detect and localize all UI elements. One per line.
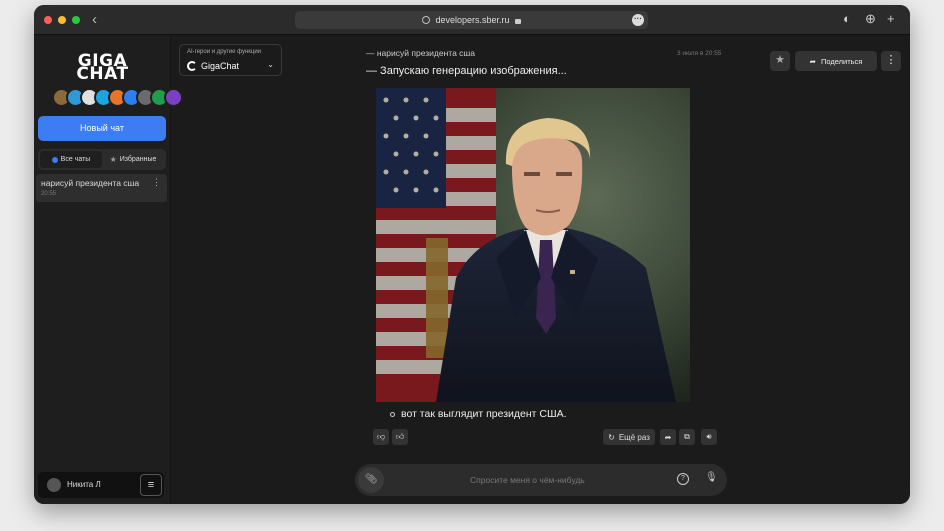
share-icon: ➦: [809, 56, 816, 66]
star-icon: ★: [775, 54, 785, 66]
help-icon[interactable]: ?: [677, 473, 689, 485]
bot-caption: вот так выглядит президент США.: [390, 408, 567, 420]
browser-window: ‹ developers.sber.ru ··· ◐ ⊕ + GIGA CHAT…: [34, 5, 910, 504]
chat-time: 20:55: [41, 191, 57, 197]
download-icon[interactable]: ⊕: [865, 12, 876, 26]
share-message-button[interactable]: ➦: [660, 429, 676, 445]
browser-titlebar: ‹ developers.sber.ru ··· ◐ ⊕ +: [34, 5, 910, 35]
filter-label: Все чаты: [60, 156, 91, 163]
user-message: — нарисуй президента сша: [366, 48, 475, 58]
model-selector[interactable]: AI-герои и другие функции GigaChat ⌄: [179, 44, 282, 76]
chat-menu-icon[interactable]: ⋮: [152, 177, 161, 188]
retry-button[interactable]: ↻ Ещё раз: [603, 429, 655, 445]
copy-button[interactable]: ⧉: [679, 429, 695, 445]
bot-message: — Запускаю генерацию изображения...: [366, 65, 567, 77]
address-bar[interactable]: developers.sber.ru ···: [295, 11, 648, 29]
message-input[interactable]: 📎︎ Спросите меня о чём-нибудь ? 🎙︎: [355, 464, 727, 496]
chat-icon: [51, 156, 58, 163]
speaker-button[interactable]: 🔊︎: [701, 429, 717, 445]
chat-filter: Все чаты ★ Избранные: [38, 149, 166, 170]
filter-all-chats[interactable]: Все чаты: [40, 151, 102, 168]
copy-icon: ⧉: [684, 432, 690, 441]
bullet-icon: [390, 411, 395, 417]
attach-button[interactable]: 📎︎: [358, 467, 384, 493]
bot-caption-text: вот так выглядит президент США.: [401, 408, 567, 420]
paperclip-icon: 📎︎: [364, 474, 378, 485]
chat-list-item[interactable]: нарисуй президента сша 20:55 ⋮: [36, 174, 167, 202]
microphone-icon[interactable]: 🎙︎: [705, 472, 718, 483]
user-profile[interactable]: Никита Л ≡: [38, 472, 164, 498]
logo-line-2: CHAT: [76, 64, 129, 84]
close-window-button[interactable]: [44, 16, 52, 24]
sidebar: GIGA CHAT Новый чат Все чаты ★ Избранные: [34, 36, 183, 504]
avatar: [47, 478, 61, 492]
more-options-button[interactable]: ⋮: [881, 51, 901, 71]
user-name: Никита Л: [67, 480, 101, 489]
filter-favorites[interactable]: ★ Избранные: [102, 151, 164, 168]
new-chat-button[interactable]: Новый чат: [38, 116, 166, 141]
input-placeholder: Спросите меня о чём-нибудь: [470, 475, 585, 485]
ai-heroes-avatars[interactable]: [52, 88, 183, 107]
gigachat-icon: [187, 61, 197, 71]
chat-main: AI-герои и другие функции GigaChat ⌄ — н…: [171, 36, 910, 504]
message-date: 3 июля в 20:55: [677, 50, 722, 57]
favorite-button[interactable]: ★: [770, 51, 790, 71]
minimize-window-button[interactable]: [58, 16, 66, 24]
url-text: developers.sber.ru: [435, 15, 510, 25]
dislike-button[interactable]: 👎︎: [373, 429, 389, 445]
menu-icon[interactable]: ≡: [140, 474, 162, 496]
speaker-icon: 🔊︎: [706, 432, 712, 441]
chevron-down-icon: ⌄: [267, 60, 274, 69]
back-icon[interactable]: ‹: [92, 11, 97, 28]
more-icon[interactable]: ···: [632, 14, 644, 26]
new-tab-icon[interactable]: +: [887, 12, 895, 26]
portrait-image: [376, 88, 690, 402]
filter-label: Избранные: [119, 156, 157, 163]
refresh-icon: ↻: [608, 432, 615, 442]
like-button[interactable]: 👍︎: [392, 429, 408, 445]
retry-label: Ещё раз: [618, 432, 650, 442]
thumbs-up-icon: 👍︎: [395, 432, 405, 441]
dark-mode-icon[interactable]: ◐: [843, 12, 851, 26]
globe-icon: [422, 16, 431, 24]
share-button[interactable]: ➦ Поделиться: [795, 51, 877, 71]
model-caption: AI-герои и другие функции: [187, 49, 262, 55]
model-name: GigaChat: [201, 61, 240, 71]
share-label: Поделиться: [820, 56, 863, 66]
chat-title: нарисуй президента сша: [41, 178, 140, 188]
thumbs-down-icon: 👎︎: [376, 432, 386, 441]
star-icon: ★: [109, 155, 117, 164]
generated-image[interactable]: [376, 88, 690, 402]
lock-icon: [514, 18, 521, 24]
share-icon: ➦: [664, 432, 672, 442]
maximize-window-button[interactable]: [72, 16, 80, 24]
